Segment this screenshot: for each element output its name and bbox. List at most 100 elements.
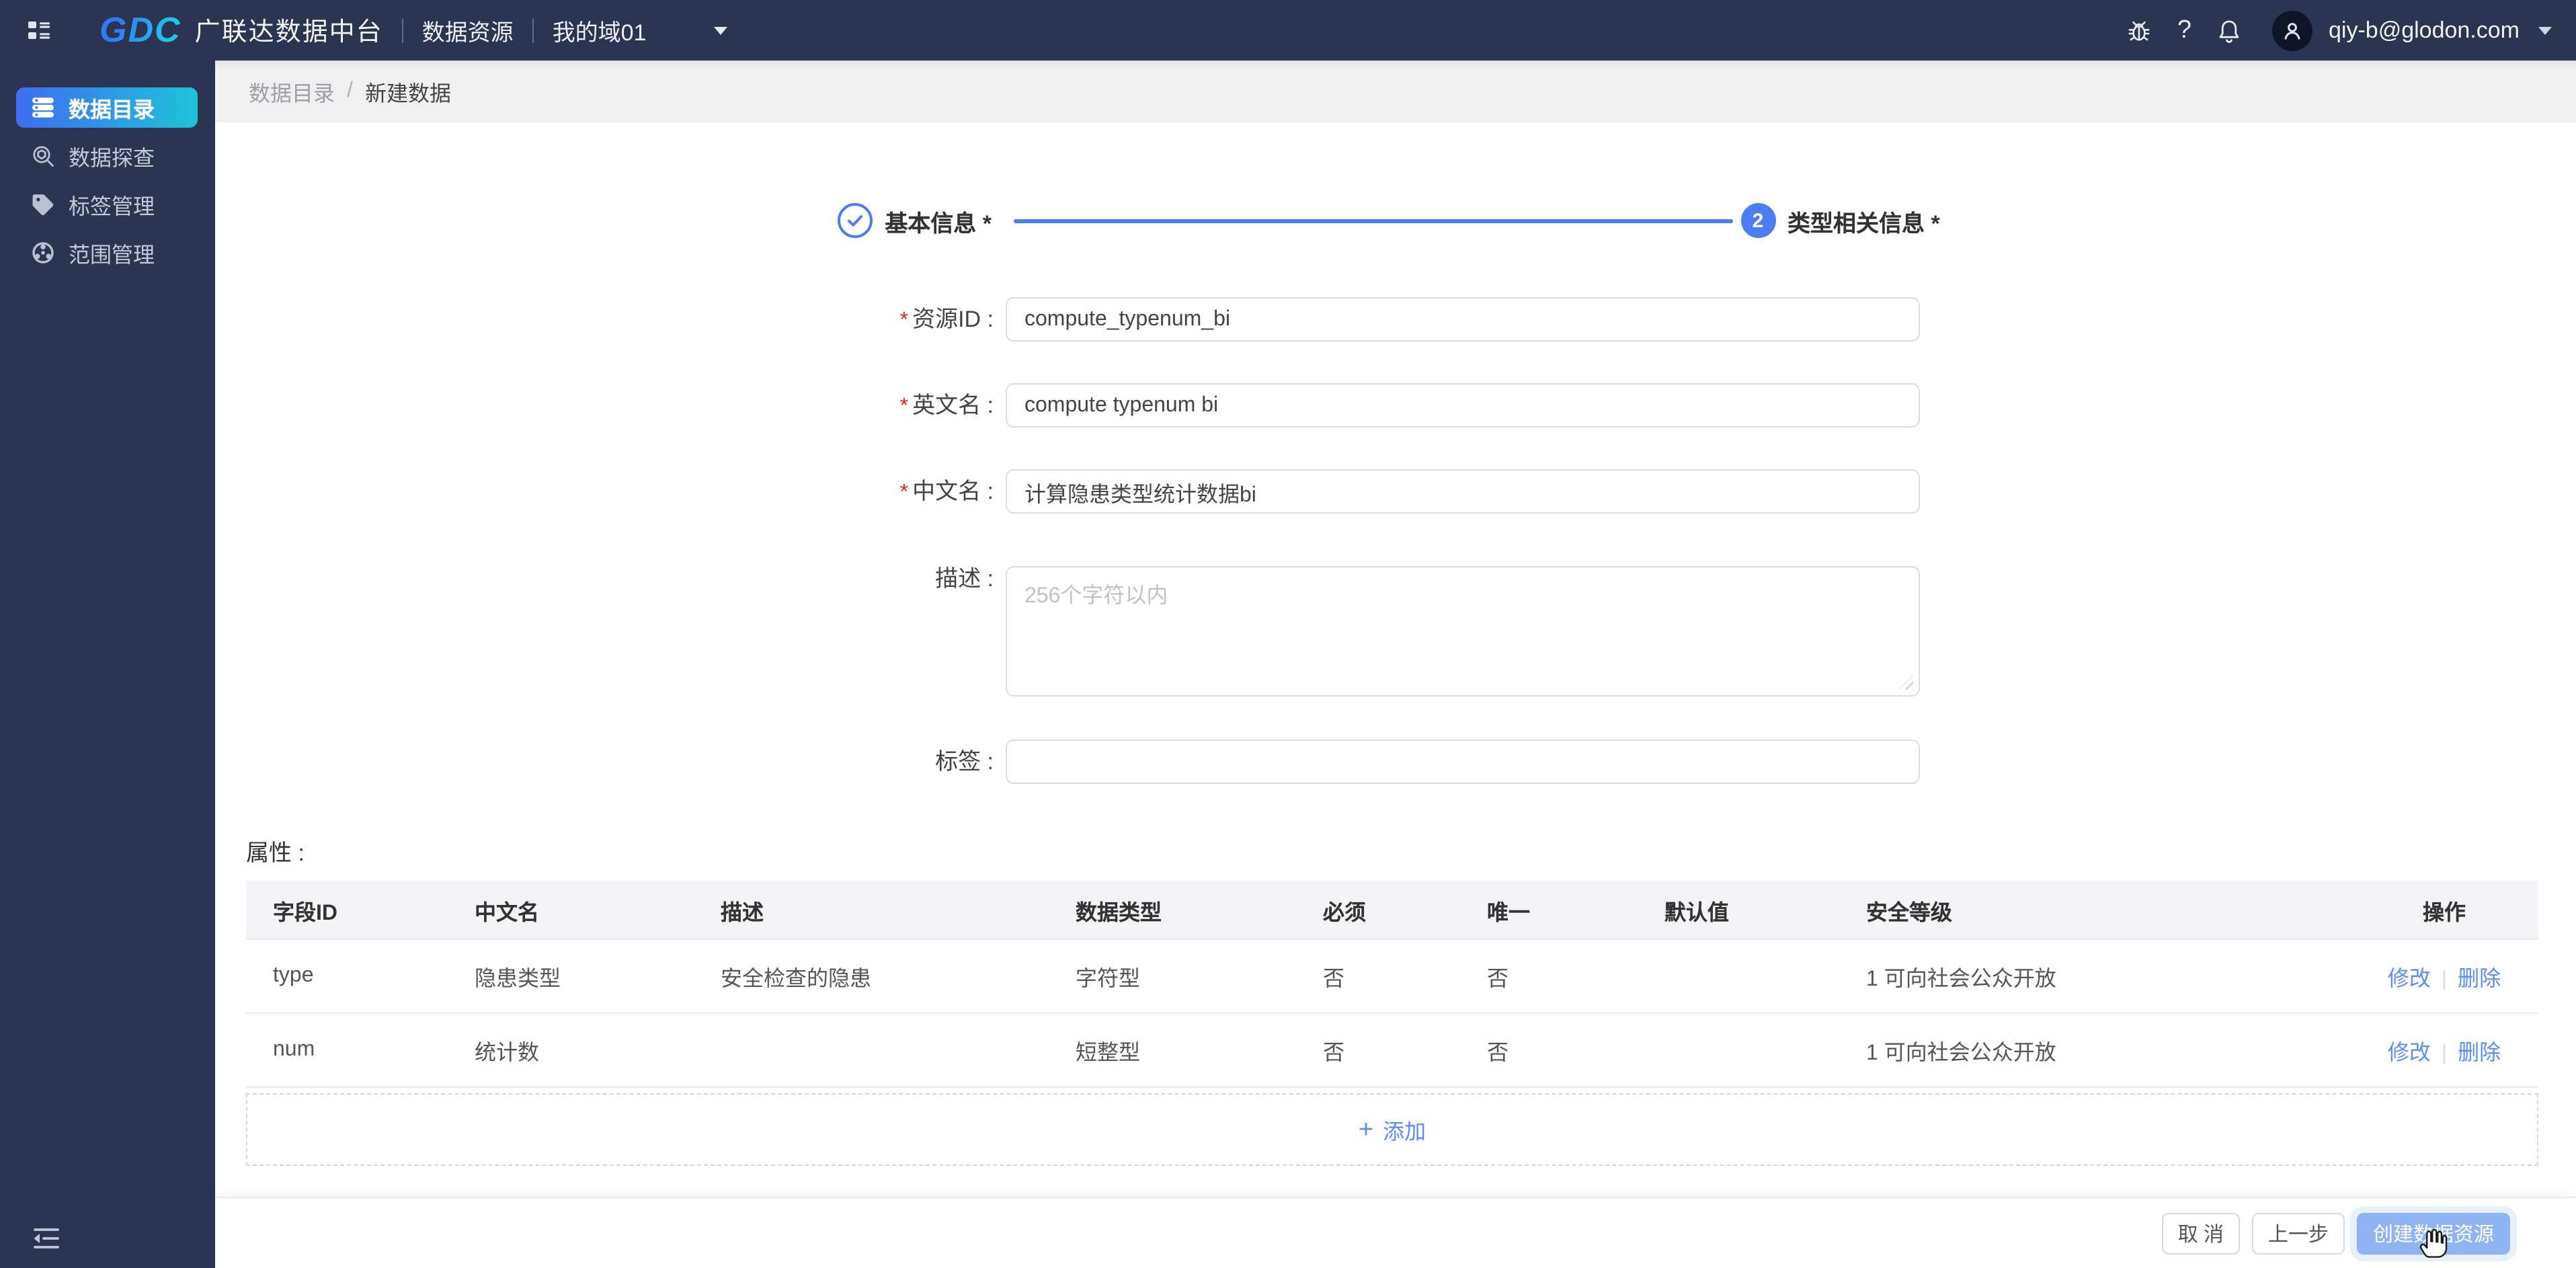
sidebar-item-tag-manage[interactable]: 标签管理 xyxy=(16,184,198,225)
sidebar-item-label: 数据目录 xyxy=(69,100,155,122)
cell-required: 否 xyxy=(1323,968,1345,991)
header-divider xyxy=(401,18,403,42)
user-avatar-icon[interactable] xyxy=(2272,10,2312,50)
data-catalog-icon xyxy=(31,95,55,120)
delete-link[interactable]: 删除 xyxy=(2458,968,2501,991)
caret-down-icon[interactable] xyxy=(2538,26,2552,34)
edit-link[interactable]: 修改 xyxy=(2388,1042,2431,1065)
attributes-section-label: 属性 : xyxy=(246,840,305,866)
step-indicator: 基本信息 * 2 类型相关信息 * xyxy=(215,203,2576,238)
nav-data-resource[interactable]: 数据资源 xyxy=(422,13,514,47)
cell-required: 否 xyxy=(1323,1042,1345,1065)
plus-icon: + xyxy=(1358,1115,1374,1144)
sidebar-item-label: 范围管理 xyxy=(69,245,155,268)
col-header-field-id: 字段ID xyxy=(273,902,338,924)
sidebar-item-label: 标签管理 xyxy=(69,196,155,219)
attribute-row: type 隐患类型 安全检查的隐患 字符型 否 否 1 可向社会公众开放 修改 |… xyxy=(246,940,2538,1014)
cell-cn-name: 统计数 xyxy=(475,1042,540,1065)
description-label: 描述 : xyxy=(935,566,994,592)
collapse-sidebar-icon[interactable] xyxy=(30,1225,62,1252)
step2-label: 类型相关信息 * xyxy=(1787,210,1940,236)
sidebar-item-data-explore[interactable]: 数据探查 xyxy=(16,136,198,176)
required-asterisk: * xyxy=(899,395,909,418)
resource-id-label: * 资源ID : xyxy=(899,307,994,332)
col-header-security: 安全等级 xyxy=(1866,902,1953,924)
delete-link[interactable]: 删除 xyxy=(2458,1042,2501,1065)
cell-actions: 修改 | 删除 xyxy=(2350,960,2538,992)
top-bar: GDC 广联达数据中台 数据资源 我的域01 ? qiy-b@glodon.co… xyxy=(0,0,2576,61)
main-area: 数据目录 / 新建数据 基本信息 * 2 类型相关信息 * * 资源ID : c… xyxy=(215,61,2576,1268)
scope-icon xyxy=(31,241,55,265)
cn-name-input[interactable] xyxy=(1006,469,1920,514)
top-bar-right: ? qiy-b@glodon.com xyxy=(2126,0,2552,61)
step1-check-icon xyxy=(838,203,873,238)
sidebar-item-label: 数据探查 xyxy=(69,148,155,171)
tags-input[interactable] xyxy=(1006,740,1920,784)
form-content: 基本信息 * 2 类型相关信息 * *资源ID : *英文名 : *中文名 : … xyxy=(215,122,2576,1197)
breadcrumb: 数据目录 / 新建数据 xyxy=(215,61,2576,122)
required-asterisk: * xyxy=(899,481,909,504)
cell-field-id: num xyxy=(273,1038,315,1061)
description-row: 描述 : xyxy=(215,566,2576,697)
en-name-label: * 英文名 : xyxy=(899,393,994,418)
col-header-actions: 操作 xyxy=(2422,902,2466,924)
domain-selector[interactable]: 我的域01 xyxy=(553,13,727,47)
app-title: 广联达数据中台 xyxy=(194,19,383,47)
required-asterisk: * xyxy=(899,309,909,332)
breadcrumb-current: 新建数据 xyxy=(364,83,451,106)
col-header-unique: 唯一 xyxy=(1487,902,1531,924)
resource-id-row: * 资源ID : xyxy=(215,297,2576,343)
user-email[interactable]: qiy-b@glodon.com xyxy=(2329,17,2520,44)
previous-step-button[interactable]: 上一步 xyxy=(2251,1212,2345,1254)
col-header-default: 默认值 xyxy=(1664,902,1730,924)
edit-link[interactable]: 修改 xyxy=(2388,968,2431,991)
step1-label: 基本信息 * xyxy=(885,210,992,236)
attributes-table-header: 字段ID 中文名 描述 数据类型 必须 唯一 默认值 安全等级 操作 xyxy=(246,881,2538,940)
col-header-description: 描述 xyxy=(721,902,764,924)
bell-icon[interactable] xyxy=(2216,17,2243,44)
gdc-logo: GDC xyxy=(99,9,182,50)
sidebar-item-data-catalog[interactable]: 数据目录 xyxy=(16,87,198,128)
en-name-row: * 英文名 : xyxy=(215,383,2576,429)
description-textarea[interactable] xyxy=(1006,566,1920,697)
tags-row: 标签 : xyxy=(215,740,2576,784)
cell-data-type: 短整型 xyxy=(1076,1042,1141,1065)
cell-unique: 否 xyxy=(1487,968,1509,991)
footer-action-bar: 取 消 上一步 创建数据资源 xyxy=(215,1197,2576,1268)
add-attribute-button[interactable]: + 添加 xyxy=(246,1093,2538,1166)
create-data-resource-button[interactable]: 创建数据资源 xyxy=(2356,1212,2510,1254)
cell-security: 1 可向社会公众开放 xyxy=(1866,968,2056,991)
cell-data-type: 字符型 xyxy=(1076,968,1141,991)
sidebar-menu: 数据目录 数据探查 标签管理 范围管理 xyxy=(0,61,215,273)
app-root: GDC 广联达数据中台 数据资源 我的域01 ? qiy-b@glodon.co… xyxy=(0,0,2576,1268)
help-icon[interactable]: ? xyxy=(2177,15,2191,45)
sidebar: 数据目录 数据探查 标签管理 范围管理 xyxy=(0,61,215,1268)
col-header-required: 必须 xyxy=(1323,902,1367,924)
cell-field-id: type xyxy=(273,964,314,987)
data-explore-icon xyxy=(31,144,55,168)
step2-circle: 2 xyxy=(1740,203,1775,238)
link-separator: | xyxy=(2441,968,2448,991)
step-connector xyxy=(1013,219,1732,223)
cell-security: 1 可向社会公众开放 xyxy=(1866,1042,2056,1065)
breadcrumb-separator: / xyxy=(347,79,353,102)
link-separator: | xyxy=(2441,1042,2448,1065)
col-header-data-type: 数据类型 xyxy=(1076,902,1162,924)
bug-icon[interactable] xyxy=(2126,17,2153,44)
tags-label: 标签 : xyxy=(935,749,994,775)
caret-down-icon xyxy=(713,26,727,34)
add-attribute-label: 添加 xyxy=(1383,1121,1426,1144)
header-divider xyxy=(532,18,534,42)
cancel-button[interactable]: 取 消 xyxy=(2161,1212,2240,1254)
panel-list-icon[interactable] xyxy=(24,15,54,45)
cell-actions: 修改 | 删除 xyxy=(2350,1034,2538,1066)
breadcrumb-parent[interactable]: 数据目录 xyxy=(249,75,335,108)
domain-selector-label: 我的域01 xyxy=(552,20,647,46)
cn-name-label: * 中文名 : xyxy=(899,479,994,504)
tag-icon xyxy=(31,192,55,216)
attributes-table: 字段ID 中文名 描述 数据类型 必须 唯一 默认值 安全等级 操作 type … xyxy=(246,881,2538,1166)
resource-id-input[interactable] xyxy=(1006,297,1920,342)
en-name-input[interactable] xyxy=(1006,383,1920,428)
sidebar-item-scope-manage[interactable]: 范围管理 xyxy=(16,233,198,273)
cell-unique: 否 xyxy=(1487,1042,1509,1065)
